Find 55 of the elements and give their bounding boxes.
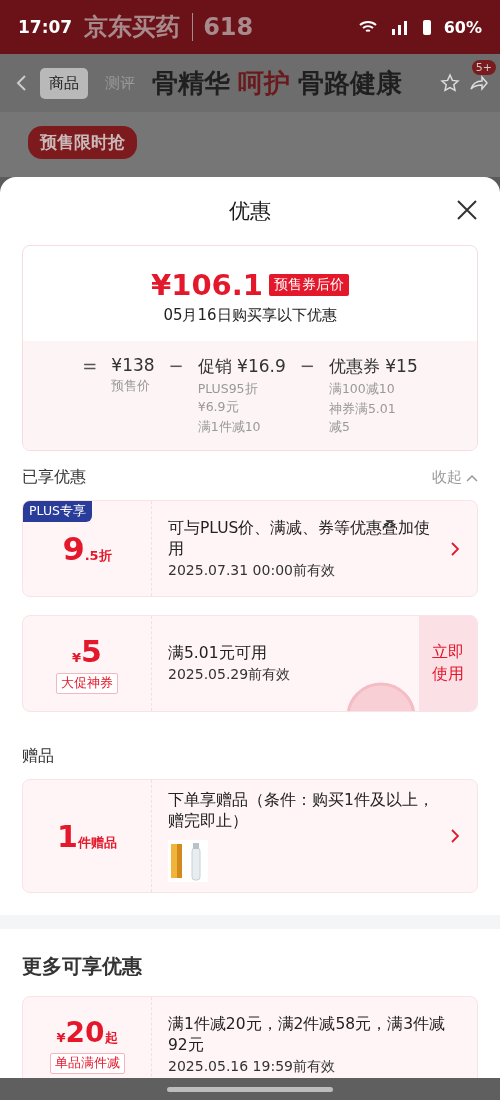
offer-value: ¥20起 <box>56 1015 118 1049</box>
offer-card[interactable]: 1件赠品 下单享赠品（条件：购买1件及以上，赠完即止） <box>22 779 478 894</box>
final-price: ¥106.1 <box>151 268 263 302</box>
price-note: 满1件减10 <box>197 418 262 437</box>
offer-validity: 2025.07.31 00:00前有效 <box>168 561 336 580</box>
price-amount: 优惠券 ¥15 <box>328 355 418 378</box>
share-icon <box>468 73 488 93</box>
home-indicator[interactable] <box>167 1086 333 1092</box>
operator-sign: − <box>168 355 184 378</box>
presale-tag: 预售限时抢 <box>28 126 137 159</box>
banner-headline: 呵护 <box>238 66 290 100</box>
star-icon <box>440 73 460 93</box>
operator-sign: = <box>82 355 98 378</box>
price-tag: 预售券后价 <box>268 274 349 296</box>
caret-icon <box>466 473 478 482</box>
operator-sign: − <box>299 355 315 378</box>
price-note: 预售价 <box>111 377 152 395</box>
section-title: 更多可享优惠 <box>22 953 142 981</box>
offer-description: 可与PLUS价、满减、券等优惠叠加使用 <box>168 517 432 560</box>
offer-validity: 2025.05.29前有效 <box>168 666 292 685</box>
use-now-button[interactable]: 立即使用 <box>419 616 477 712</box>
offer-validity: 2025.05.16 19:59前有效 <box>168 1057 336 1076</box>
offer-value: 1件赠品 <box>57 818 117 854</box>
chevron-right-icon[interactable] <box>451 829 459 844</box>
offer-card[interactable]: ¥20起 单品满件减 满1件减20元，满2件减58元，满3件减92元 2025.05.16 19:59前有效 <box>22 996 478 1078</box>
offer-card[interactable]: ¥5 大促神券 满5.01元可用 2025.05.29前有效 立即使用 <box>22 615 478 713</box>
offer-value: ¥5 <box>72 633 102 669</box>
offer-label: 单品满件减 <box>49 1052 125 1074</box>
banner-headline: 骨路健康 <box>298 66 402 100</box>
price-note: 神券满5.01减5 <box>328 400 397 437</box>
plus-tag: PLUS专享 <box>23 501 92 523</box>
offer-description: 满5.01元可用 <box>168 643 268 665</box>
price-note: 满100减10 <box>328 380 396 398</box>
status-time: 17:07 <box>18 17 73 37</box>
section-title: 赠品 <box>22 746 54 768</box>
price-amount: ¥138 <box>111 355 155 375</box>
offer-description: 下单享赠品（条件：购买1件及以上，赠完即止） <box>168 790 435 833</box>
section-title: 已享优惠 <box>22 467 86 489</box>
offer-value: 9.5折 <box>62 529 112 568</box>
chevron-right-icon[interactable] <box>451 541 459 556</box>
offer-card[interactable]: PLUS专享 9.5折 可与PLUS价、满减、券等优惠叠加使用 2025.07.31 00:00前有效 <box>22 500 478 598</box>
brand-name: 京东买药 <box>84 12 181 43</box>
offer-description: 满1件减20元，满2件减58元，满3件减92元 <box>168 1013 447 1056</box>
price-amount: 促销 ¥16.9 <box>197 355 286 378</box>
offer-label: 大促神券 <box>56 672 118 694</box>
event-logo: 618 <box>192 13 254 41</box>
battery-icon <box>421 17 432 37</box>
page-tab[interactable]: 商品 <box>40 67 88 99</box>
price-subtitle: 05月16日购买享以下优惠 <box>163 306 337 325</box>
price-note: PLUS95折¥6.9元 <box>197 380 259 417</box>
close-icon[interactable] <box>456 199 478 221</box>
battery-level: 60% <box>443 17 482 37</box>
count-badge: 5+ <box>471 60 496 75</box>
sheet-title: 优惠 <box>229 198 271 225</box>
banner-headline: 骨精华 <box>152 66 230 100</box>
